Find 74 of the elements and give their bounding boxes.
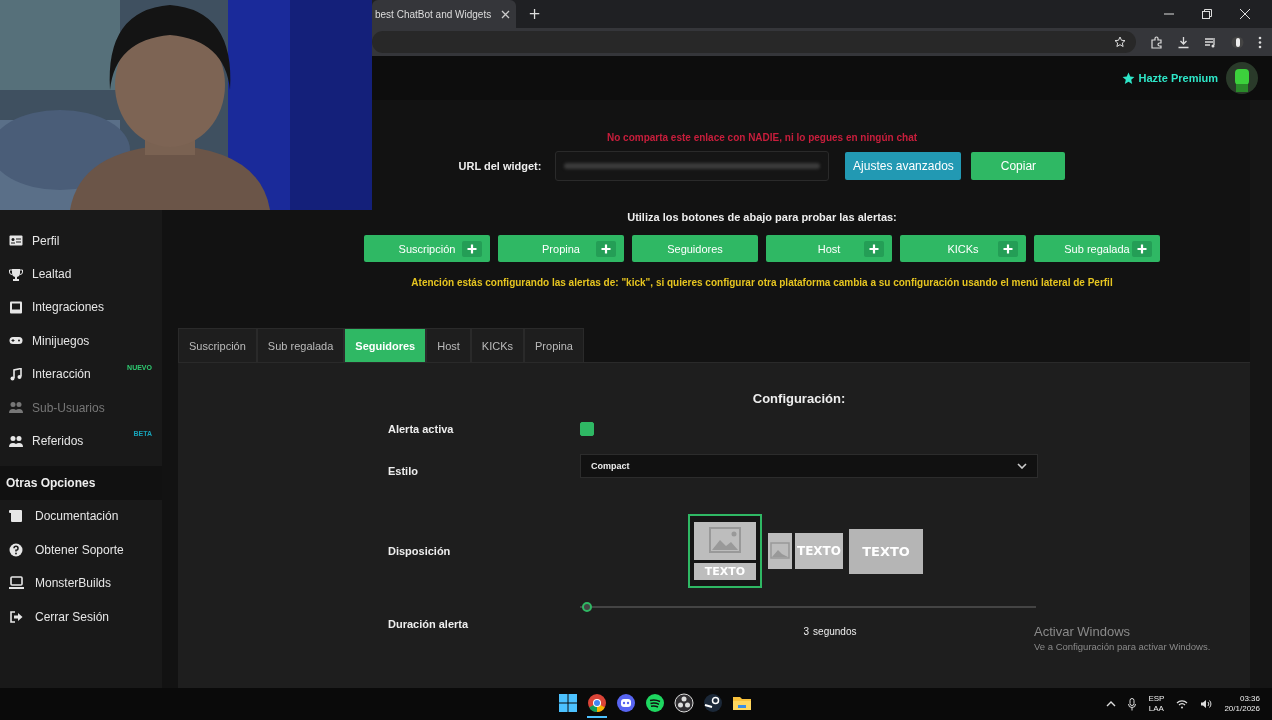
app-icon <box>587 693 607 713</box>
warning-text: No comparta este enlace con NADIE, ni lo pegues en ningún chat <box>606 132 918 143</box>
windows-logo-icon <box>558 693 578 713</box>
star-icon <box>1121 71 1135 85</box>
section-title: Configuración: <box>751 391 847 406</box>
download-icon[interactable] <box>1177 35 1190 49</box>
sidebar-item[interactable]: Lealtad <box>0 257 162 291</box>
duration-value: 3 <box>803 626 810 637</box>
sidebar-item[interactable]: Perfil <box>0 224 162 258</box>
sidebar-item[interactable]: Minijuegos <box>0 324 162 358</box>
tab[interactable]: KICKs <box>470 328 525 362</box>
star-icon[interactable] <box>1114 36 1126 48</box>
avatar-icon[interactable] <box>1226 62 1258 94</box>
url-field[interactable] <box>555 151 830 181</box>
restore-icon[interactable] <box>1202 9 1212 19</box>
duration-unit: segundos <box>813 626 857 637</box>
screen-icon <box>9 300 23 314</box>
style-dropdown[interactable]: Compact <box>580 454 1038 478</box>
field-label: Disposición <box>388 545 452 557</box>
volume-icon[interactable] <box>1200 699 1213 709</box>
tab[interactable]: Host <box>426 328 471 362</box>
instruction-text: Utiliza los botones de abajo para probar las alertas: <box>627 211 897 223</box>
image-icon <box>694 522 756 560</box>
laptop-icon <box>9 576 24 591</box>
puzzle-icon[interactable] <box>1150 35 1163 49</box>
app-icon <box>645 693 665 713</box>
tab[interactable]: Suscripción <box>178 328 257 362</box>
premium-link[interactable]: Hazte Premium <box>1121 71 1218 85</box>
card-icon <box>9 234 23 248</box>
layout-text: TEXTO <box>795 533 843 569</box>
sidebar-item[interactable]: Cerrar Sesión <box>0 599 162 634</box>
users-icon <box>9 401 23 415</box>
layout-text: TEXTO <box>694 563 756 580</box>
field-label: Duración alerta <box>388 618 470 630</box>
language-indicator[interactable]: ESP LAA <box>1148 694 1165 714</box>
sidebar-item[interactable]: Integraciones <box>0 290 162 325</box>
activation-text: Ve a Configuración para activar Windows. <box>1034 641 1211 652</box>
image-icon <box>768 533 792 569</box>
app-icon <box>616 693 636 713</box>
menu-icon[interactable] <box>1258 35 1262 49</box>
tab-title: best ChatBot and Widgets <box>375 8 492 20</box>
field-label: Alerta activa <box>388 423 455 435</box>
app-icon <box>703 693 723 713</box>
checkbox[interactable] <box>580 422 594 436</box>
tab[interactable]: Propina <box>524 328 584 362</box>
url-label: URL del widget: <box>458 160 542 172</box>
section-header: Otras Opciones <box>0 465 162 500</box>
profile-icon[interactable] <box>1231 35 1244 49</box>
scroll-icon <box>9 509 24 524</box>
new-tab-button[interactable]: + <box>526 5 543 23</box>
help-icon <box>9 542 24 557</box>
trophy-icon <box>9 267 23 281</box>
tab[interactable]: Sub regalada <box>256 328 345 362</box>
sidebar-item[interactable]: MonsterBuilds <box>0 566 162 600</box>
microphone-icon[interactable] <box>1128 697 1137 711</box>
layout-text: TEXTO <box>861 542 911 561</box>
users-icon <box>9 434 23 448</box>
chevron-down-icon <box>1017 463 1027 469</box>
browser-tab[interactable]: best ChatBot and Widgets <box>372 0 517 28</box>
slider-handle[interactable] <box>582 602 592 612</box>
media-icon[interactable] <box>1204 35 1217 49</box>
chevron-up-icon[interactable] <box>1106 701 1117 707</box>
close-icon[interactable] <box>501 9 511 19</box>
wifi-icon[interactable] <box>1176 699 1189 709</box>
music-icon <box>9 367 23 381</box>
notice-text: Atención estás configurando las alertas de: "kick", si quieres configurar otra plataforma cambia a su configuración usando el menú lateral de Perfil <box>411 277 1113 288</box>
close-icon[interactable] <box>1240 9 1250 19</box>
clock[interactable]: 03:36 20/1/2026 <box>1224 694 1260 714</box>
app-icon <box>674 693 694 713</box>
field-label: Estilo <box>388 465 419 477</box>
activation-title: Activar Windows <box>1034 624 1132 639</box>
sidebar-item[interactable]: Obtener Soporte <box>0 533 162 567</box>
logout-icon <box>9 609 24 624</box>
sidebar-item[interactable]: Documentación <box>0 499 162 534</box>
